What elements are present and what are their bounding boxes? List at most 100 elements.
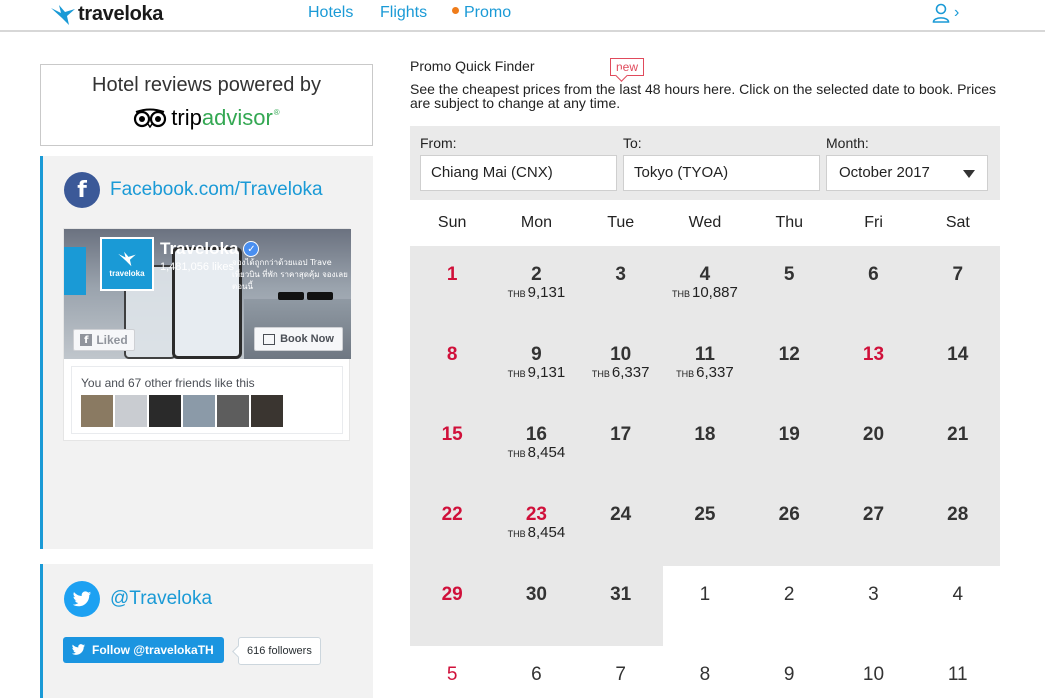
calendar-day-cell[interactable]: 29 [410,566,495,646]
calendar-day-cell[interactable]: 24 [578,486,663,566]
calendar-day-cell[interactable]: 19 [747,406,832,486]
twitter-follow-button[interactable]: Follow @travelokaTH [63,637,224,663]
calendar-day-cell[interactable]: 9 [747,646,832,698]
calendar-day-cell[interactable]: 12 [747,326,832,406]
friend-avatar[interactable] [251,395,283,427]
nav-flights[interactable]: Flights [380,4,427,22]
user-menu[interactable]: › [932,3,959,23]
friend-avatar[interactable] [183,395,215,427]
calendar-day-cell[interactable]: 28 [915,486,1000,566]
day-number: 7 [615,664,626,685]
calendar-day-cell[interactable]: 8 [410,326,495,406]
calendar-day-cell[interactable]: 2 [747,566,832,646]
traveloka-logo[interactable]: traveloka [50,3,163,26]
day-number: 19 [778,424,800,445]
price-value: 6,337 [611,364,650,381]
calendar-day-cell[interactable]: 23 THB 8,454 [494,486,579,566]
day-price: THB 6,337 [663,365,747,382]
month-select[interactable]: October 2017 [826,155,988,191]
top-header: traveloka Hotels Flights Promo › [0,0,1045,32]
calendar-day-cell[interactable]: 15 [410,406,495,486]
from-field[interactable]: Chiang Mai (CNX) [420,155,617,191]
calendar-day-cell[interactable]: 14 [915,326,1000,406]
calendar-day-cell[interactable]: 26 [747,486,832,566]
traveloka-bird-icon [51,4,75,25]
app-store-badge [278,292,304,300]
calendar-day-cell[interactable]: 16 THB 8,454 [494,406,579,486]
price-value: 8,454 [527,524,566,541]
friend-avatar[interactable] [115,395,147,427]
day-number: 14 [947,344,969,365]
calendar-weekday-header: Sun Mon Tue Wed Thu Fri Sat [410,200,1000,246]
calendar-day-cell[interactable]: 3 [831,566,916,646]
facebook-page-widget: จองได้ถูกกว่าด้วยแอป Trave เที่ยวบิน ที่… [63,228,351,441]
book-now-button[interactable]: Book Now [254,327,343,351]
liked-button[interactable]: f Liked [73,329,135,351]
calendar-week-row: 8 9 THB 9,131 10 THB 6,337 11 THB 6,337 12 13 14 [410,326,1000,406]
calendar-day-cell[interactable]: 8 [662,646,748,698]
facebook-page-avatar[interactable]: traveloka [100,237,154,291]
twitter-link[interactable]: @Traveloka [110,588,212,610]
facebook-square-icon: f [80,334,93,346]
price-currency: THB [507,289,526,299]
nav-promo[interactable]: Promo [452,4,511,22]
calendar-day-cell[interactable]: 7 [578,646,663,698]
day-number: 1 [699,584,711,605]
twitter-followers-count[interactable]: 616 followers [238,637,321,665]
calendar-day-cell[interactable]: 22 [410,486,495,566]
calendar-day-cell[interactable]: 6 [831,246,916,326]
calendar-day-cell[interactable]: 11 THB 6,337 [662,326,748,406]
friend-avatar[interactable] [217,395,249,427]
user-icon [932,3,950,23]
friend-thumbnails [81,395,283,427]
day-number: 3 [868,584,879,605]
calendar-day-cell[interactable]: 11 [915,646,1000,698]
nav-hotels[interactable]: Hotels [308,4,353,22]
promo-dot-icon [452,7,459,15]
facebook-section: f Facebook.com/Traveloka จองได้ถูกกว่าด้… [40,156,373,549]
calendar-day-cell[interactable]: 4 THB 10,887 [662,246,748,326]
calendar-day-cell[interactable]: 30 [494,566,579,646]
facebook-icon[interactable]: f [64,172,100,208]
calendar-day-cell[interactable]: 5 [410,646,495,698]
calendar-day-cell[interactable]: 1 [410,246,495,326]
twitter-header: @Traveloka [64,581,212,617]
calendar-day-cell[interactable]: 18 [662,406,748,486]
day-number: 23 [525,504,547,525]
price-currency: THB [507,529,526,539]
promo-finder-form: From: Chiang Mai (CNX) To: Tokyo (TYOA) … [410,126,1000,200]
calendar-day-cell[interactable]: 13 [831,326,916,406]
calendar-day-cell[interactable]: 9 THB 9,131 [494,326,579,406]
day-number: 11 [694,344,715,365]
calendar-day-cell[interactable]: 10 THB 6,337 [578,326,663,406]
friend-avatar[interactable] [81,395,113,427]
calendar-day-cell[interactable]: 17 [578,406,663,486]
day-number: 26 [778,504,800,525]
calendar-day-cell[interactable]: 7 [915,246,1000,326]
calendar-day-cell[interactable]: 3 [578,246,663,326]
day-number: 1 [446,264,458,285]
day-number: 6 [531,664,542,685]
to-field[interactable]: Tokyo (TYOA) [623,155,820,191]
calendar-day-cell[interactable]: 25 [662,486,748,566]
calendar-day-cell[interactable]: 5 [747,246,832,326]
tripadvisor-registered-mark: ® [273,107,280,117]
calendar-day-cell[interactable]: 21 [915,406,1000,486]
calendar-day-cell[interactable]: 20 [831,406,916,486]
calendar-day-cell[interactable]: 2 THB 9,131 [494,246,579,326]
calendar-day-cell[interactable]: 4 [915,566,1000,646]
calendar-day-cell[interactable]: 6 [494,646,579,698]
twitter-icon[interactable] [64,581,100,617]
calendar-day-cell[interactable]: 31 [578,566,663,646]
calendar-day-cell[interactable]: 10 [831,646,916,698]
weekday-label: Fri [864,214,883,231]
verified-badge-icon: ✓ [243,241,260,257]
facebook-page-name[interactable]: Traveloka ✓ [160,239,260,259]
friend-avatar[interactable] [149,395,181,427]
day-number: 28 [947,504,969,525]
calendar-week-row: 5 6 7 8 9 10 11 [410,646,1000,698]
tripadvisor-logo[interactable]: trip advisor ® [41,105,372,131]
calendar-day-cell[interactable]: 27 [831,486,916,566]
calendar-day-cell[interactable]: 1 [662,566,748,646]
facebook-link[interactable]: Facebook.com/Traveloka [110,179,323,201]
